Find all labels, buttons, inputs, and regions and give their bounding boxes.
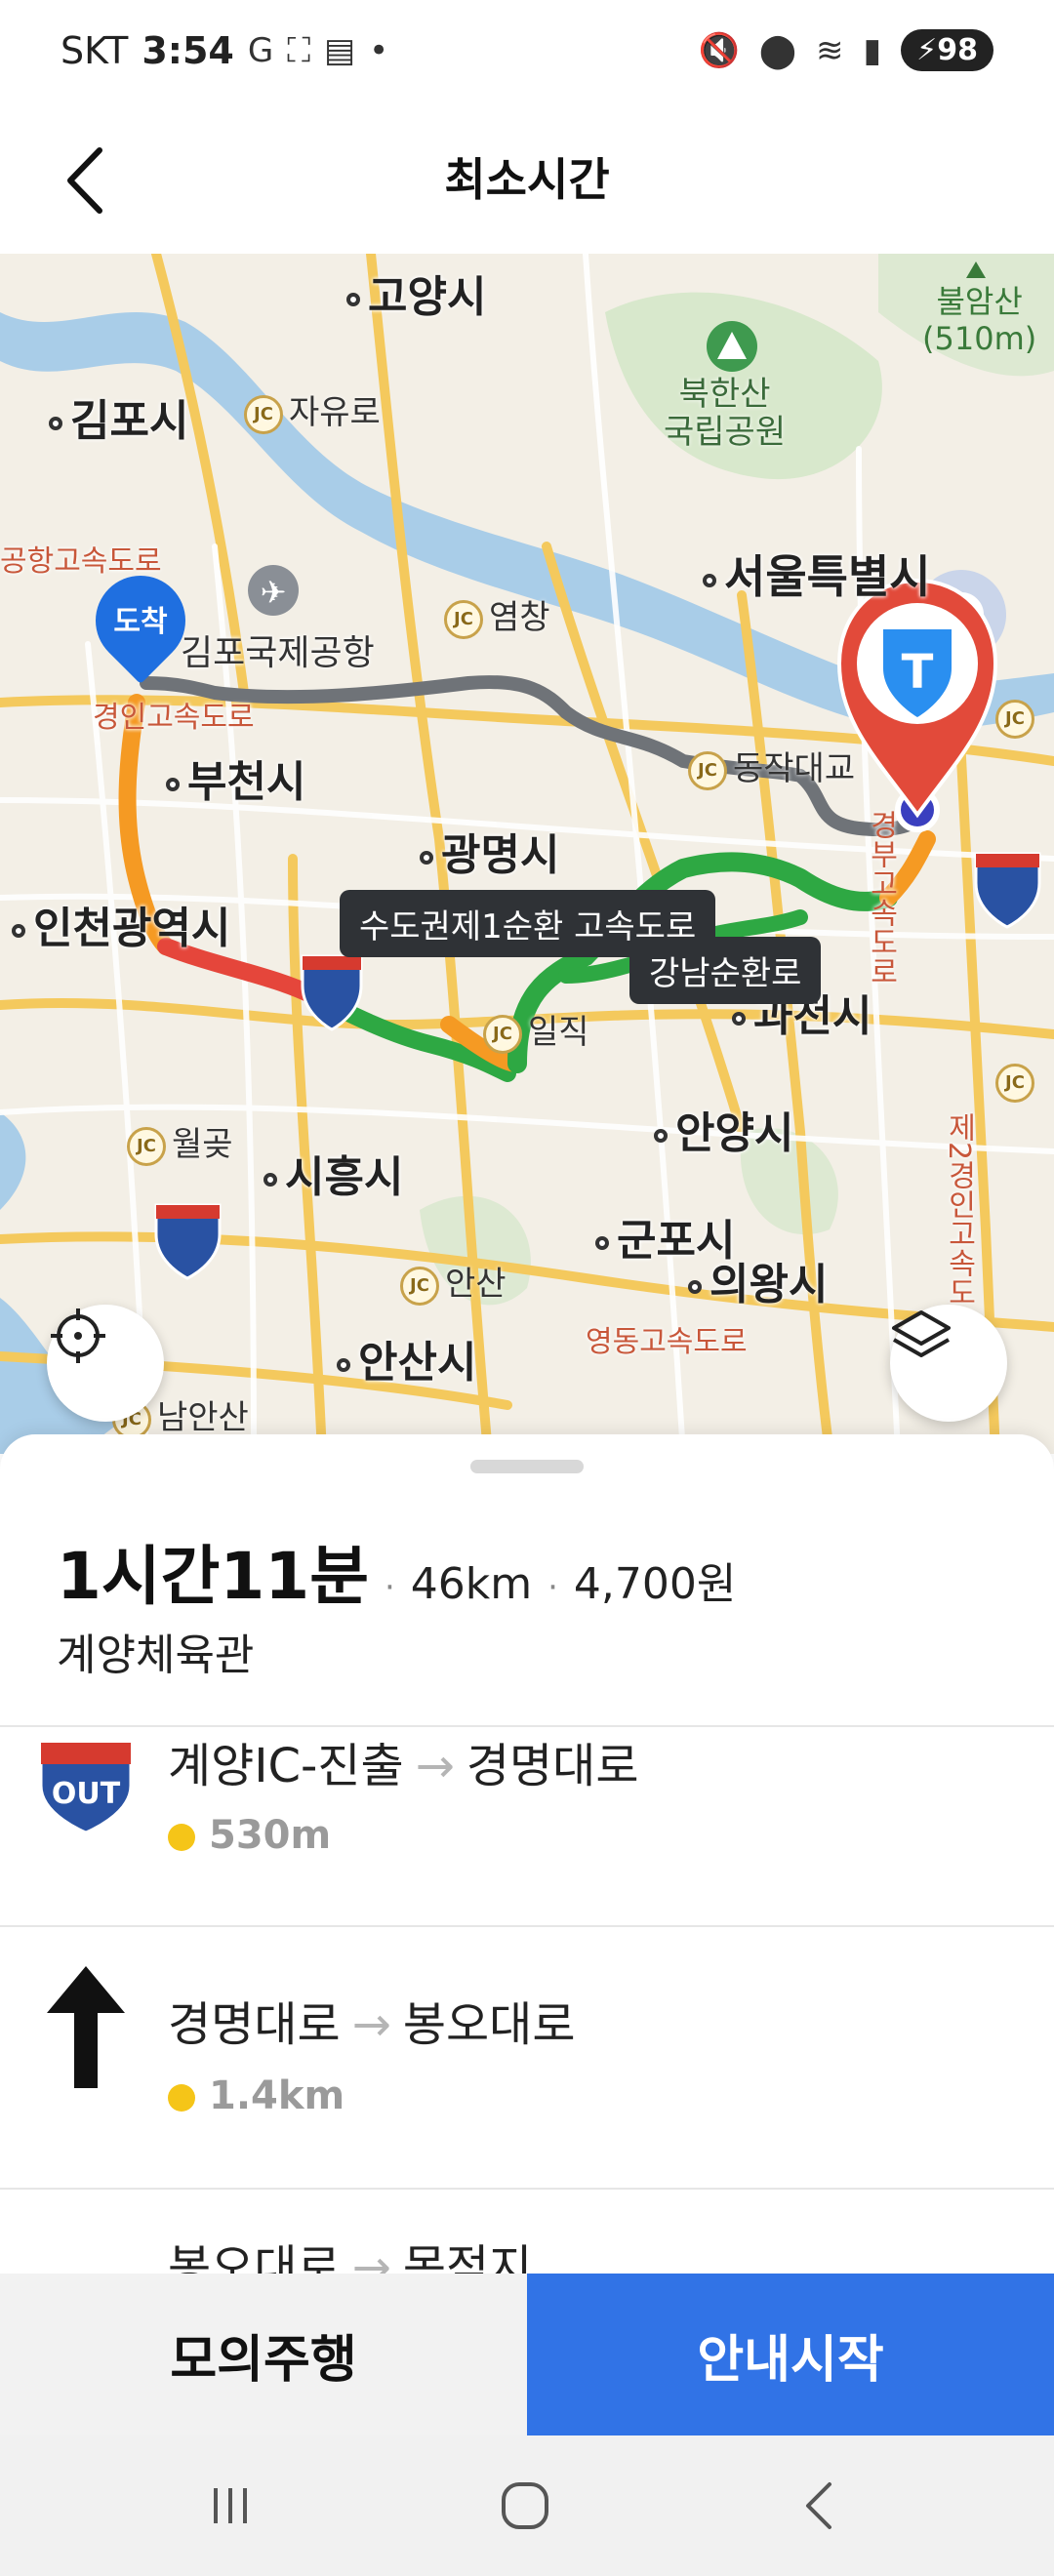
jc-east: JC	[995, 698, 1040, 739]
battery-level: 98	[937, 33, 978, 67]
step-distance: 530m	[168, 1813, 331, 1858]
svg-text:✈: ✈	[261, 574, 287, 611]
jc-jayuro: JC 자유로	[244, 385, 381, 434]
battery-indicator: ⚡98	[901, 29, 993, 71]
right-arrow-icon: →	[351, 2240, 391, 2274]
svg-text:OUT: OUT	[52, 1777, 121, 1811]
jc-east-2: JC	[995, 1062, 1040, 1103]
place-ansan: 안산시	[337, 1327, 476, 1389]
step-to: 봉오대로	[402, 1997, 576, 2052]
action-bar: 모의주행 안내시작	[0, 2274, 1054, 2435]
sheet-drag-handle[interactable]	[470, 1460, 584, 1473]
right-arrow-icon: →	[415, 1739, 455, 1793]
step-from: 계양IC-진출	[168, 1739, 404, 1793]
place-siheung: 시흥시	[264, 1142, 403, 1204]
straight-arrow-icon	[37, 1966, 135, 2088]
tooltip-gangnam-ring: 강남순환로	[629, 937, 822, 1004]
status-right: 🔇 ⬤ ≋ ▮ ⚡98	[699, 29, 993, 71]
arrival-label: 도착	[113, 605, 168, 639]
system-back-button[interactable]	[761, 2465, 878, 2547]
guidance-step[interactable]: 봉오대로 → 목적지	[0, 2190, 1054, 2274]
place-uiwang: 의왕시	[688, 1249, 828, 1311]
jc-wolgot: JC 월곶	[127, 1117, 233, 1166]
place-gwangmyeong: 광명시	[420, 820, 559, 882]
mountain-buramsan: 불암산 (510m)	[922, 283, 1037, 358]
right-arrow-icon: →	[351, 1997, 391, 2052]
jc-ansan: JC 안산	[400, 1257, 507, 1306]
mute-icon: 🔇	[698, 30, 740, 70]
road-second-gyeongin: 제2경인고속도로	[942, 1112, 976, 1337]
signal-icon: ▮	[863, 30, 882, 70]
road-yeongdong-expressway: 영동고속도로	[586, 1325, 748, 1359]
step-route-text: 경명대로 → 봉오대로	[168, 1986, 576, 2054]
crosshair-icon	[51, 1308, 105, 1363]
back-chevron-icon	[806, 2482, 831, 2529]
highway-shield-171	[974, 852, 1041, 929]
wifi-icon: ≋	[815, 30, 844, 70]
route-summary: 1시간11분 · 46km · 4,700원	[57, 1524, 736, 1618]
svg-text:T: T	[902, 645, 934, 700]
place-bucheon: 부천시	[166, 746, 305, 809]
recent-apps-icon	[214, 2488, 247, 2523]
jc-dongjak: JC 동작대교	[688, 742, 855, 790]
traffic-dot-icon	[168, 1824, 195, 1851]
jc-yeomchang: JC 염창	[444, 590, 550, 639]
screenshot-icon: ⛶	[287, 31, 311, 70]
traffic-dot-icon	[168, 2084, 195, 2112]
step-to: 경명대로	[466, 1739, 639, 1793]
highway-shield-153	[154, 1203, 222, 1280]
calendar-icon: ▤	[324, 31, 356, 70]
step-to: 목적지	[402, 2240, 533, 2274]
carrier-label: SKT	[61, 29, 129, 72]
route-toll: 4,700원	[573, 1559, 737, 1609]
recent-apps-button[interactable]	[172, 2465, 289, 2547]
route-map[interactable]: T ✈ 고양시 김포시 김포국제공항 부천시 인천광역시 광명시 서울특별시 과…	[0, 254, 1054, 1454]
place-incheon: 인천광역시	[12, 893, 230, 955]
start-navigation-button[interactable]: 안내시작	[527, 2274, 1054, 2435]
simulate-drive-button[interactable]: 모의주행	[0, 2274, 527, 2435]
location-icon: ⬤	[758, 30, 796, 70]
place-goyang: 고양시	[346, 262, 486, 324]
status-left: SKT 3:54 G ⛶ ▤ •	[61, 29, 388, 72]
route-distance: 46km	[410, 1559, 533, 1609]
step-distance: 1.4km	[168, 2073, 345, 2118]
header: 최소시간	[0, 107, 1054, 254]
jc-iljik: JC 일직	[483, 1005, 589, 1054]
place-anyang: 안양시	[654, 1098, 793, 1160]
route-duration: 1시간11분	[57, 1539, 369, 1614]
place-gimpo: 김포시	[49, 385, 188, 448]
notification-dot-icon: •	[369, 31, 389, 70]
status-bar: SKT 3:54 G ⛶ ▤ • 🔇 ⬤ ≋ ▮ ⚡98	[0, 0, 1054, 107]
road-gyeongin-expressway: 경인고속도로	[93, 701, 255, 735]
guidance-step[interactable]: 경명대로 → 봉오대로 1.4km	[0, 1927, 1054, 2132]
system-nav-bar	[0, 2435, 1054, 2576]
guidance-step[interactable]: OUT 계양IC-진출 → 경명대로 530m	[0, 1727, 1054, 1932]
page-title: 최소시간	[444, 153, 610, 206]
layers-icon	[892, 1310, 951, 1357]
exit-icon: OUT	[37, 1737, 135, 1844]
place-seoul: 서울특별시	[703, 542, 931, 606]
google-icon: G	[247, 31, 274, 70]
road-gyeongbu-expressway: 경부고속도로	[864, 810, 898, 986]
step-route-text: 봉오대로 → 목적지	[168, 2229, 532, 2274]
clock: 3:54	[142, 29, 234, 72]
layers-button[interactable]	[890, 1305, 1007, 1422]
destination-name: 계양체육관	[57, 1630, 255, 1680]
park-bukhansan: 북한산 국립공원	[664, 375, 787, 453]
step-from: 경명대로	[168, 1997, 341, 2052]
place-gimpo-airport: 김포국제공항	[181, 633, 375, 673]
route-summary-sheet: 1시간11분 · 46km · 4,700원 계양체육관 OUT 계양IC-진출…	[0, 1434, 1054, 2274]
step-route-text: 계양IC-진출 → 경명대로	[168, 1727, 639, 1795]
home-icon	[502, 2482, 548, 2529]
home-button[interactable]	[466, 2465, 584, 2547]
step-from: 봉오대로	[168, 2240, 341, 2274]
road-airport-expressway: 공항고속도로	[0, 544, 162, 579]
separator-dot: ·	[384, 1568, 395, 1607]
separator-dot: ·	[547, 1568, 558, 1607]
my-location-button[interactable]	[47, 1305, 164, 1422]
